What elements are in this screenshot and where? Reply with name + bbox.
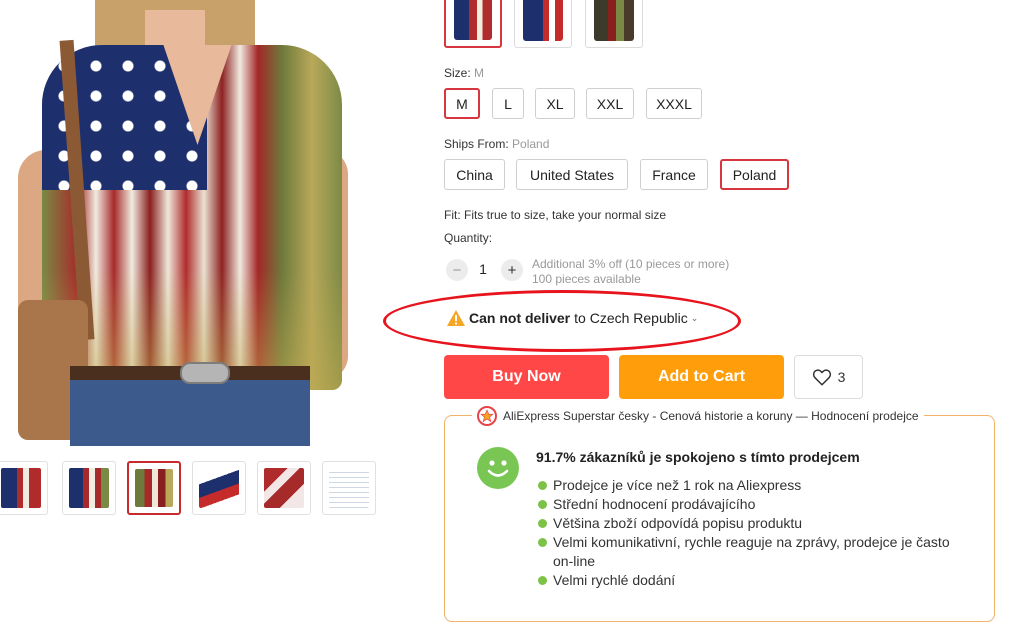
seller-point: Většina zboží odpovídá popisu produktu: [538, 514, 958, 533]
gallery-thumb-selected[interactable]: [127, 461, 181, 515]
ships-from-option-united-states[interactable]: United States: [516, 159, 628, 190]
size-option-l[interactable]: L: [492, 88, 524, 119]
belt-buckle: [180, 362, 230, 384]
wishlist-count: 3: [837, 369, 846, 385]
seller-points-list: Prodejce je více než 1 rok na Aliexpress…: [538, 476, 958, 590]
ships-from-option-france[interactable]: France: [640, 159, 708, 190]
ships-from-label-text: Ships From:: [444, 137, 509, 151]
seller-point: Prodejce je více než 1 rok na Aliexpress: [538, 476, 958, 495]
seller-point: Střední hodnocení prodávajícího: [538, 495, 958, 514]
quantity-decrement-button[interactable]: −: [446, 259, 468, 281]
gallery-thumb[interactable]: [192, 461, 246, 515]
seller-rating-header-text: AliExpress Superstar česky - Cenová hist…: [503, 409, 919, 423]
quantity-available: 100 pieces available: [532, 272, 641, 286]
quantity-label: Quantity:: [444, 231, 493, 245]
warning-icon: [446, 309, 466, 327]
fit-note: Fit: Fits true to size, take your normal…: [444, 208, 667, 222]
seller-point: Velmi rychlé dodání: [538, 571, 958, 590]
star-badge-icon: [477, 406, 497, 426]
seller-satisfaction: 91.7% zákazníků je spokojeno s tímto pro…: [536, 449, 860, 465]
ships-from-option-poland[interactable]: Poland: [720, 159, 789, 190]
quantity-discount-note: Additional 3% off (10 pieces or more): [532, 257, 730, 271]
quantity-value[interactable]: 1: [476, 261, 490, 277]
main-product-image[interactable]: [0, 0, 350, 446]
ships-from-option-china[interactable]: China: [444, 159, 505, 190]
delivery-status-text: Can not deliver: [469, 310, 571, 326]
buy-now-button[interactable]: Buy Now: [444, 355, 609, 399]
gallery-thumb[interactable]: [257, 461, 311, 515]
ships-from-label: Ships From: Poland: [444, 137, 549, 151]
size-selected-value: M: [474, 66, 485, 80]
delivery-status[interactable]: Can not deliver to Czech Republic ⌄: [446, 307, 698, 329]
smiley-face-icon: [477, 447, 519, 489]
seller-rating-header[interactable]: AliExpress Superstar česky - Cenová hist…: [472, 405, 924, 427]
color-variant-selected[interactable]: [444, 0, 502, 48]
size-label-text: Size:: [444, 66, 471, 80]
size-option-m[interactable]: M: [444, 88, 480, 119]
gallery-thumb-size-chart[interactable]: [322, 461, 376, 515]
ships-from-selected-value: Poland: [512, 137, 550, 151]
size-label: Size: M: [444, 66, 484, 80]
gallery-thumb[interactable]: [62, 461, 116, 515]
gallery-thumb[interactable]: [0, 461, 48, 515]
wishlist-button[interactable]: 3: [794, 355, 863, 399]
size-option-xl[interactable]: XL: [535, 88, 575, 119]
quantity-increment-button[interactable]: +: [501, 259, 523, 281]
heart-icon: [812, 369, 831, 386]
size-option-xxl[interactable]: XXL: [586, 88, 634, 119]
color-variant[interactable]: [585, 0, 643, 48]
delivery-destination[interactable]: to Czech Republic: [574, 310, 688, 326]
size-option-xxxl[interactable]: XXXL: [646, 88, 702, 119]
chevron-down-icon[interactable]: ⌄: [691, 313, 699, 324]
add-to-cart-button[interactable]: Add to Cart: [619, 355, 784, 399]
seller-point: Velmi komunikativní, rychle reaguje na z…: [538, 533, 958, 571]
color-variant[interactable]: [514, 0, 572, 48]
